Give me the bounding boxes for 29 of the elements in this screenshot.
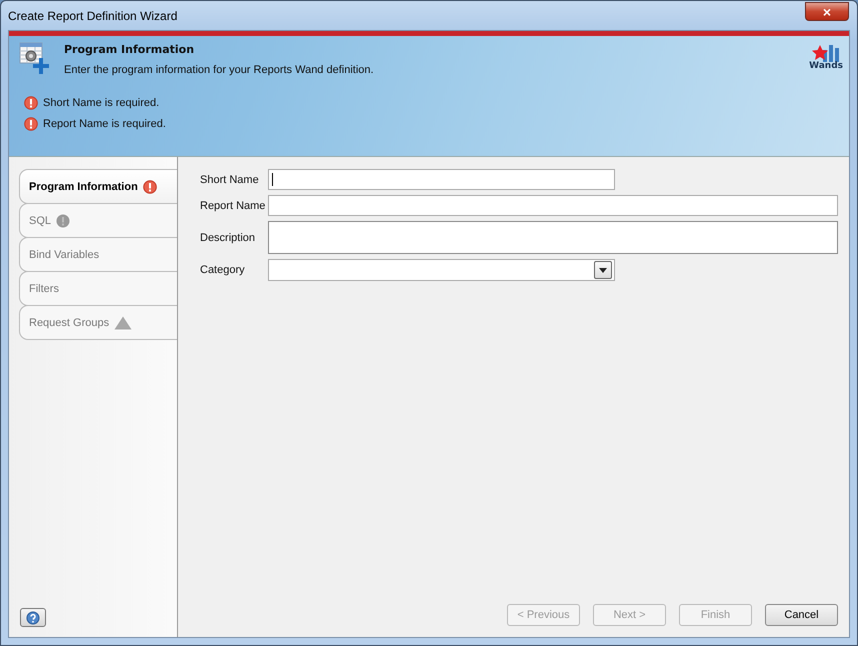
wizard-step-tab[interactable]: Request Groups [19,305,177,340]
dropdown-field[interactable] [268,259,615,281]
dropdown-button[interactable] [594,261,612,279]
input-field[interactable] [268,195,838,216]
exclamation-icon [24,96,38,110]
caret-icon [599,268,607,272]
star-bars-logo-icon [811,44,842,62]
page-title: Program Information [64,43,196,56]
logo-text: Wands [809,62,843,71]
help-button[interactable] [20,608,46,627]
exclamation-icon [24,117,38,131]
validation-message: Report Name is required. [43,118,166,130]
help-icon [26,610,40,624]
window-title: Create Report Definition Wizard [8,8,178,22]
exclamation-icon [142,180,157,194]
wizard-step-tab[interactable]: Program Information [19,169,177,204]
exclamation-icon [56,214,70,228]
warning-icon [114,316,132,330]
field-label: Short Name [200,174,260,186]
field-label: Description [200,232,256,244]
field-label: Category [200,264,246,276]
table-gear-plus-icon [19,42,49,74]
input-field[interactable] [268,169,615,190]
close-button[interactable]: × [805,2,849,21]
wizard-button[interactable]: Cancel [765,604,838,626]
text-area[interactable] [268,221,838,254]
validation-message: Short Name is required. [43,97,160,109]
field-label: Report Name [200,200,266,212]
page-subtitle: Enter the program information for your Reports Wand definition. [64,64,375,76]
